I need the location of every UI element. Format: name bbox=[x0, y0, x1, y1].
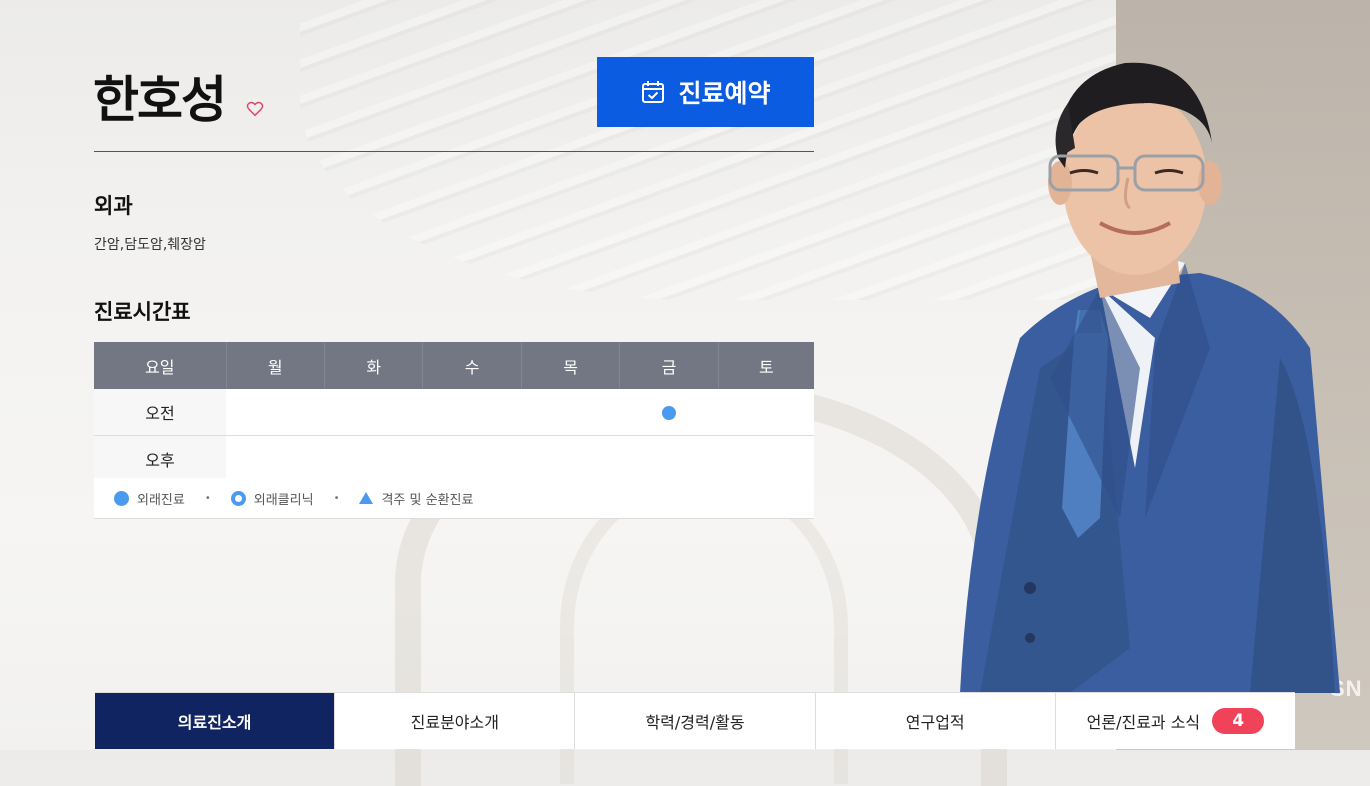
specialty-text: 간암,담도암,췌장암 bbox=[94, 237, 206, 253]
legend-separator: • bbox=[333, 492, 340, 504]
ring-circle-icon bbox=[230, 490, 246, 506]
heart-icon[interactable] bbox=[246, 100, 264, 118]
header-mon: 월 bbox=[226, 342, 325, 389]
tab-research[interactable]: 연구업적 bbox=[816, 693, 1056, 749]
cell-am-sat bbox=[718, 389, 814, 436]
cell-am-mon bbox=[226, 389, 325, 436]
cell-pm-mon bbox=[226, 435, 325, 483]
header-day-label: 요일 bbox=[94, 342, 227, 389]
tab-label: 진료분야소개 bbox=[410, 713, 499, 732]
legend-clinic: 외래클리닉 bbox=[230, 489, 314, 508]
schedule-legend: 외래진료 • 외래클리닉 • 격주 및 순환진료 bbox=[94, 478, 814, 519]
doctor-name: 한호성 bbox=[93, 71, 227, 129]
tab-doctor-intro[interactable]: 의료진소개 bbox=[95, 693, 336, 749]
tab-label: 학력/경력/활동 bbox=[645, 713, 745, 732]
cell-am-fri bbox=[619, 389, 719, 436]
cell-pm-tue bbox=[324, 435, 423, 483]
tab-label: 언론/진료과 소식 bbox=[1086, 713, 1201, 732]
schedule-header-row: 요일 월 화 수 목 금 토 bbox=[94, 342, 814, 389]
doctor-photo bbox=[960, 62, 1340, 693]
cell-pm-sat bbox=[718, 435, 814, 483]
cell-am-thu bbox=[521, 389, 620, 436]
legend-clinic-label: 외래클리닉 bbox=[253, 492, 314, 508]
schedule-row-am: 오전 bbox=[94, 389, 814, 436]
tab-label: 의료진소개 bbox=[177, 713, 252, 732]
legend-rotation: 격주 및 순환진료 bbox=[359, 489, 473, 508]
legend-separator: • bbox=[204, 492, 211, 504]
header-wed: 수 bbox=[422, 342, 522, 389]
tab-education-career[interactable]: 학력/경력/활동 bbox=[575, 693, 816, 749]
cell-am-wed bbox=[422, 389, 522, 436]
legend-outpatient-label: 외래진료 bbox=[137, 492, 185, 508]
reservation-label: 진료예약 bbox=[678, 79, 771, 108]
outpatient-dot-icon bbox=[662, 406, 677, 420]
header-thu: 목 bbox=[521, 342, 621, 389]
header-tue: 화 bbox=[324, 342, 424, 389]
legend-rotation-label: 격주 및 순환진료 bbox=[381, 492, 474, 508]
header-sat: 토 bbox=[718, 342, 814, 389]
reservation-button[interactable]: 진료예약 bbox=[597, 57, 814, 127]
department-name: 외과 bbox=[94, 194, 133, 218]
cell-am-tue bbox=[324, 389, 423, 436]
header-fri: 금 bbox=[619, 342, 719, 389]
cell-pm-fri bbox=[619, 435, 719, 483]
cell-pm-wed bbox=[422, 435, 522, 483]
cell-pm-thu bbox=[521, 435, 620, 483]
schedule-table: 요일 월 화 수 목 금 토 오전 오후 bbox=[94, 342, 814, 483]
tab-specialty-intro[interactable]: 진료분야소개 bbox=[335, 693, 576, 749]
news-count-badge: 4 bbox=[1212, 708, 1265, 734]
schedule-row-pm: 오후 bbox=[94, 435, 814, 483]
row-label-am: 오전 bbox=[94, 389, 226, 436]
tab-label: 연구업적 bbox=[905, 713, 965, 732]
legend-outpatient: 외래진료 bbox=[114, 489, 185, 508]
schedule-title: 진료시간표 bbox=[94, 300, 191, 324]
profile-tabs: 의료진소개 진료분야소개 학력/경력/활동 연구업적 언론/진료과 소식 4 bbox=[95, 692, 1295, 749]
tab-news[interactable]: 언론/진료과 소식 4 bbox=[1056, 693, 1295, 749]
filled-circle-icon bbox=[114, 490, 129, 506]
triangle-icon bbox=[359, 492, 374, 504]
header-divider bbox=[94, 151, 814, 152]
row-label-pm: 오후 bbox=[94, 435, 226, 483]
calendar-check-icon bbox=[642, 81, 665, 103]
